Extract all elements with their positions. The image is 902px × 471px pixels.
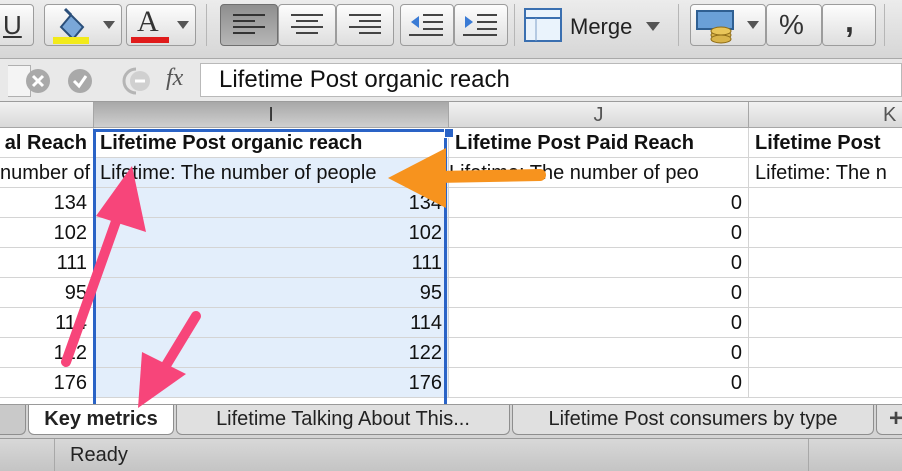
cell-k-row-4[interactable] [749,278,902,308]
cell-h-row-2[interactable]: 102 [0,218,94,248]
cell-h-header[interactable]: al Reach [0,128,94,158]
cell-h-description[interactable]: number of [0,158,94,188]
paint-bucket-icon [53,7,89,44]
cell-j-row-3[interactable]: 0 [449,248,749,278]
comma-style-button[interactable]: , [822,3,876,46]
confirm-icon[interactable] [66,67,94,95]
formula-bar: fx Lifetime Post organic reach [0,59,902,102]
column-header-i[interactable]: I [94,102,449,128]
cell-i-description[interactable]: Lifetime: The number of people [94,158,449,188]
cell-j-description[interactable]: Lifetime: The number of peo [449,158,749,188]
cell-k-description[interactable]: Lifetime: The n [749,158,902,188]
cell-i-row-3[interactable]: 111 [94,248,449,278]
cell-k-row-3[interactable] [749,248,902,278]
currency-format-button[interactable] [690,4,766,46]
cell-j-row-4[interactable]: 0 [449,278,749,308]
toolbar: U A Merge % , [0,0,902,59]
merge-button[interactable]: Merge [522,4,668,46]
cell-j-row-2[interactable]: 0 [449,218,749,248]
cell-h-row-7[interactable]: 176 [0,368,94,398]
cell-k-row-5[interactable] [749,308,902,338]
tab-scroll-left[interactable] [0,405,26,435]
cell-j-header[interactable]: Lifetime Post Paid Reach [449,128,749,158]
percent-label: % [779,9,804,40]
cell-k-row-1[interactable] [749,188,902,218]
merge-cells-icon [524,8,562,42]
spreadsheet-grid: I J K al Reach Lifetime Post organic rea… [0,102,902,404]
cell-i-header[interactable]: Lifetime Post organic reach [94,128,449,158]
dropdown-arrow-icon[interactable] [103,21,115,29]
cell-i-row-6[interactable]: 122 [94,338,449,368]
align-left-button[interactable] [220,4,278,46]
sheet-tab-bar: Key metrics Lifetime Talking About This.… [0,404,902,439]
align-left-icon [233,14,265,34]
cell-h-row-6[interactable]: 122 [0,338,94,368]
cell-i-row-4[interactable]: 95 [94,278,449,308]
font-color-button[interactable]: A [126,4,196,46]
dropdown-arrow-icon[interactable] [747,21,759,29]
align-center-icon [291,14,323,34]
align-right-icon [349,14,381,34]
cell-i-row-2[interactable]: 102 [94,218,449,248]
column-header-k[interactable]: K [749,102,902,128]
decrease-indent-icon [409,14,443,36]
dropdown-arrow-icon[interactable] [646,22,660,31]
cell-k-row-2[interactable] [749,218,902,248]
status-text: Ready [70,444,128,466]
cell-i-row-5[interactable]: 114 [94,308,449,338]
cell-k-header[interactable]: Lifetime Post [749,128,902,158]
fx-label[interactable]: fx [166,65,183,92]
decrease-indent-button[interactable] [400,4,454,46]
font-color-label: A [137,5,159,38]
percent-button[interactable]: % [766,4,822,46]
cell-k-row-6[interactable] [749,338,902,368]
selection-handle[interactable] [444,128,454,138]
column-header-j[interactable]: J [449,102,749,128]
tab-lifetime-post-consumers-by-type[interactable]: Lifetime Post consumers by type [512,405,874,435]
cell-k-row-7[interactable] [749,368,902,398]
tab-lifetime-talking-about-this[interactable]: Lifetime Talking About This... [176,405,510,435]
cell-h-row-4[interactable]: 95 [0,278,94,308]
cancel-icon[interactable] [24,67,52,95]
column-header-h[interactable] [0,102,94,128]
font-color-swatch [131,37,169,43]
increase-indent-icon [463,14,497,36]
add-sheet-icon[interactable]: + [876,405,902,435]
currency-icon [696,10,734,44]
cell-h-row-3[interactable]: 111 [0,248,94,278]
cell-i-row-7[interactable]: 176 [94,368,449,398]
insert-function-icon[interactable] [116,67,156,95]
dropdown-arrow-icon[interactable] [177,21,189,29]
cell-h-row-1[interactable]: 134 [0,188,94,218]
formula-input[interactable]: Lifetime Post organic reach [200,63,902,97]
comma-label: , [845,3,854,39]
cell-i-row-1[interactable]: 134 [94,188,449,218]
underline-button[interactable]: U [0,4,34,46]
cell-j-row-5[interactable]: 0 [449,308,749,338]
tab-key-metrics[interactable]: Key metrics [28,405,174,435]
merge-label: Merge [570,14,633,39]
increase-indent-button[interactable] [454,4,508,46]
cell-j-row-6[interactable]: 0 [449,338,749,368]
cell-h-row-5[interactable]: 114 [0,308,94,338]
align-center-button[interactable] [278,4,336,46]
align-right-button[interactable] [336,4,394,46]
cell-j-row-7[interactable]: 0 [449,368,749,398]
cell-j-row-1[interactable]: 0 [449,188,749,218]
status-bar: Ready [0,438,902,471]
fill-color-button[interactable] [44,4,122,46]
underline-label: U [3,10,22,40]
